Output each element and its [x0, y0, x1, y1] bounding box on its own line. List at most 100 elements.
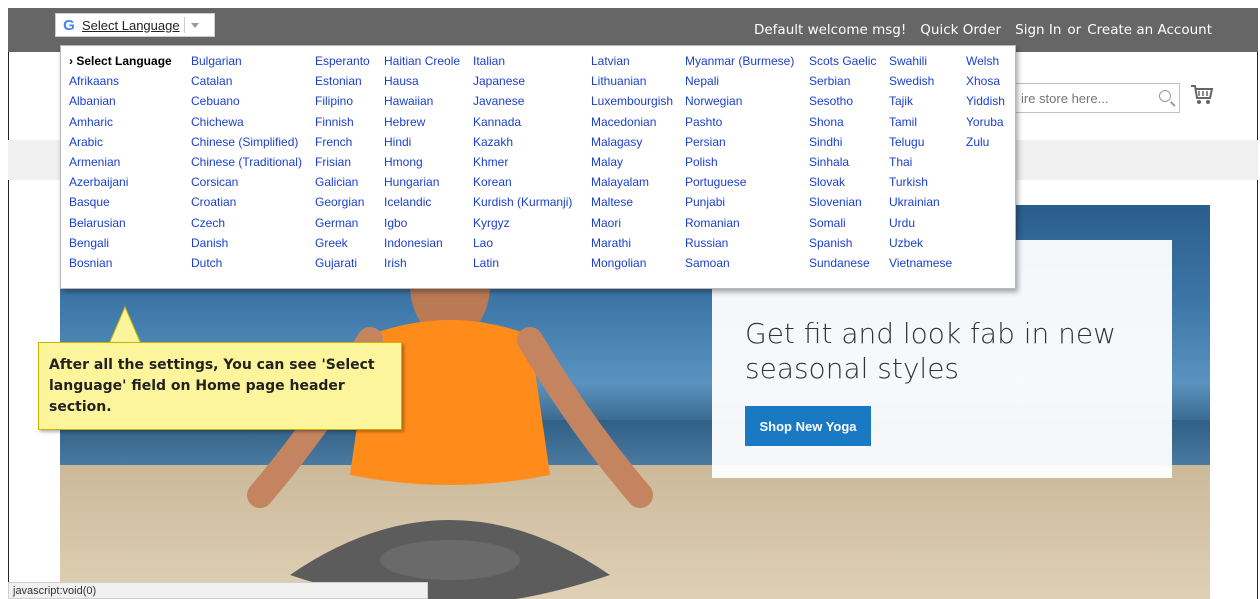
language-option[interactable]: Danish [191, 236, 228, 250]
language-option[interactable]: Zulu [966, 135, 989, 149]
language-option[interactable]: Lithuanian [591, 74, 646, 88]
language-option[interactable]: Marathi [591, 236, 631, 250]
google-translate-widget[interactable]: G Select Language [55, 13, 215, 37]
search-icon[interactable] [1159, 90, 1171, 102]
language-option[interactable]: Arabic [69, 135, 103, 149]
language-option[interactable]: Serbian [809, 74, 850, 88]
language-option[interactable]: Catalan [191, 74, 232, 88]
language-option[interactable]: Nepali [685, 74, 719, 88]
language-option[interactable]: Kyrgyz [473, 216, 510, 230]
language-option[interactable]: Estonian [315, 74, 362, 88]
language-option[interactable]: Azerbaijani [69, 175, 128, 189]
language-option[interactable]: Spanish [809, 236, 852, 250]
language-option[interactable]: Telugu [889, 135, 924, 149]
language-option[interactable]: Bengali [69, 236, 109, 250]
language-option[interactable]: › Select Language [69, 54, 172, 68]
language-option[interactable]: Igbo [384, 216, 407, 230]
language-option[interactable]: Tajik [889, 94, 913, 108]
language-option[interactable]: Khmer [473, 155, 508, 169]
language-option[interactable]: Norwegian [685, 94, 742, 108]
language-option[interactable]: Belarusian [69, 216, 126, 230]
language-option[interactable]: Icelandic [384, 195, 431, 209]
sign-in-link[interactable]: Sign In [1015, 22, 1061, 38]
language-option[interactable]: Hausa [384, 74, 419, 88]
language-option[interactable]: Shona [809, 115, 844, 129]
language-option[interactable]: Luxembourgish [591, 94, 673, 108]
language-option[interactable]: Malagasy [591, 135, 642, 149]
language-option[interactable]: Chinese (Traditional) [191, 155, 302, 169]
language-option[interactable]: Kurdish (Kurmanji) [473, 195, 572, 209]
language-option[interactable]: Romanian [685, 216, 740, 230]
language-option[interactable]: Maltese [591, 195, 633, 209]
language-option[interactable]: Scots Gaelic [809, 54, 876, 68]
language-option[interactable]: Yoruba [966, 115, 1004, 129]
language-option[interactable]: Dutch [191, 256, 222, 270]
language-option[interactable]: Turkish [889, 175, 928, 189]
search-input[interactable] [1013, 84, 1151, 112]
language-option[interactable]: Cebuano [191, 94, 240, 108]
language-option[interactable]: Vietnamese [889, 256, 952, 270]
search-box[interactable] [1012, 83, 1180, 113]
quick-order-link[interactable]: Quick Order [920, 22, 1001, 38]
language-option[interactable]: Xhosa [966, 74, 1000, 88]
language-option[interactable]: Sinhala [809, 155, 849, 169]
language-option[interactable]: Lao [473, 236, 493, 250]
language-option[interactable]: Italian [473, 54, 505, 68]
language-option[interactable]: Javanese [473, 94, 524, 108]
language-option[interactable]: German [315, 216, 358, 230]
language-option[interactable]: Yiddish [966, 94, 1005, 108]
language-option[interactable]: Esperanto [315, 54, 370, 68]
language-option[interactable]: Pashto [685, 115, 722, 129]
language-option[interactable]: Frisian [315, 155, 351, 169]
language-option[interactable]: Samoan [685, 256, 730, 270]
language-option[interactable]: Macedonian [591, 115, 656, 129]
language-option[interactable]: Kannada [473, 115, 521, 129]
language-option[interactable]: Korean [473, 175, 512, 189]
language-option[interactable]: Chichewa [191, 115, 244, 129]
language-option[interactable]: Kazakh [473, 135, 513, 149]
language-option[interactable]: Galician [315, 175, 358, 189]
language-option[interactable]: Hawaiian [384, 94, 433, 108]
language-option[interactable]: Polish [685, 155, 718, 169]
language-option[interactable]: Gujarati [315, 256, 357, 270]
language-option[interactable]: Thai [889, 155, 912, 169]
language-option[interactable]: Haitian Creole [384, 54, 460, 68]
shop-new-yoga-button[interactable]: Shop New Yoga [745, 406, 871, 446]
language-option[interactable]: Greek [315, 236, 348, 250]
language-option[interactable]: Tamil [889, 115, 917, 129]
language-option[interactable]: Czech [191, 216, 225, 230]
chevron-down-icon[interactable] [189, 19, 201, 31]
language-option[interactable]: Malay [591, 155, 623, 169]
language-option[interactable]: Welsh [966, 54, 999, 68]
language-option[interactable]: Slovak [809, 175, 845, 189]
language-option[interactable]: Hmong [384, 155, 423, 169]
language-option[interactable]: Corsican [191, 175, 238, 189]
language-option[interactable]: Somali [809, 216, 846, 230]
language-option[interactable]: Georgian [315, 195, 364, 209]
language-option[interactable]: Portuguese [685, 175, 746, 189]
language-option[interactable]: Armenian [69, 155, 120, 169]
language-option[interactable]: Myanmar (Burmese) [685, 54, 794, 68]
language-option[interactable]: Chinese (Simplified) [191, 135, 298, 149]
language-option[interactable]: Swedish [889, 74, 934, 88]
language-option[interactable]: Hungarian [384, 175, 439, 189]
language-option[interactable]: Afrikaans [69, 74, 119, 88]
language-option[interactable]: Malayalam [591, 175, 649, 189]
language-option[interactable]: Slovenian [809, 195, 862, 209]
select-language-link[interactable]: Select Language [82, 18, 180, 33]
language-option[interactable]: Ukrainian [889, 195, 940, 209]
language-option[interactable]: Japanese [473, 74, 525, 88]
language-option[interactable]: Swahili [889, 54, 927, 68]
language-option[interactable]: Filipino [315, 94, 353, 108]
create-account-link[interactable]: Create an Account [1087, 22, 1212, 38]
language-option[interactable]: Latvian [591, 54, 630, 68]
language-option[interactable]: Basque [69, 195, 110, 209]
language-option[interactable]: Bulgarian [191, 54, 242, 68]
language-option[interactable]: Latin [473, 256, 499, 270]
language-option[interactable]: Russian [685, 236, 728, 250]
language-option[interactable]: Uzbek [889, 236, 923, 250]
language-option[interactable]: Finnish [315, 115, 354, 129]
language-option[interactable]: Sundanese [809, 256, 870, 270]
language-option[interactable]: Maori [591, 216, 621, 230]
language-option[interactable]: Albanian [69, 94, 116, 108]
